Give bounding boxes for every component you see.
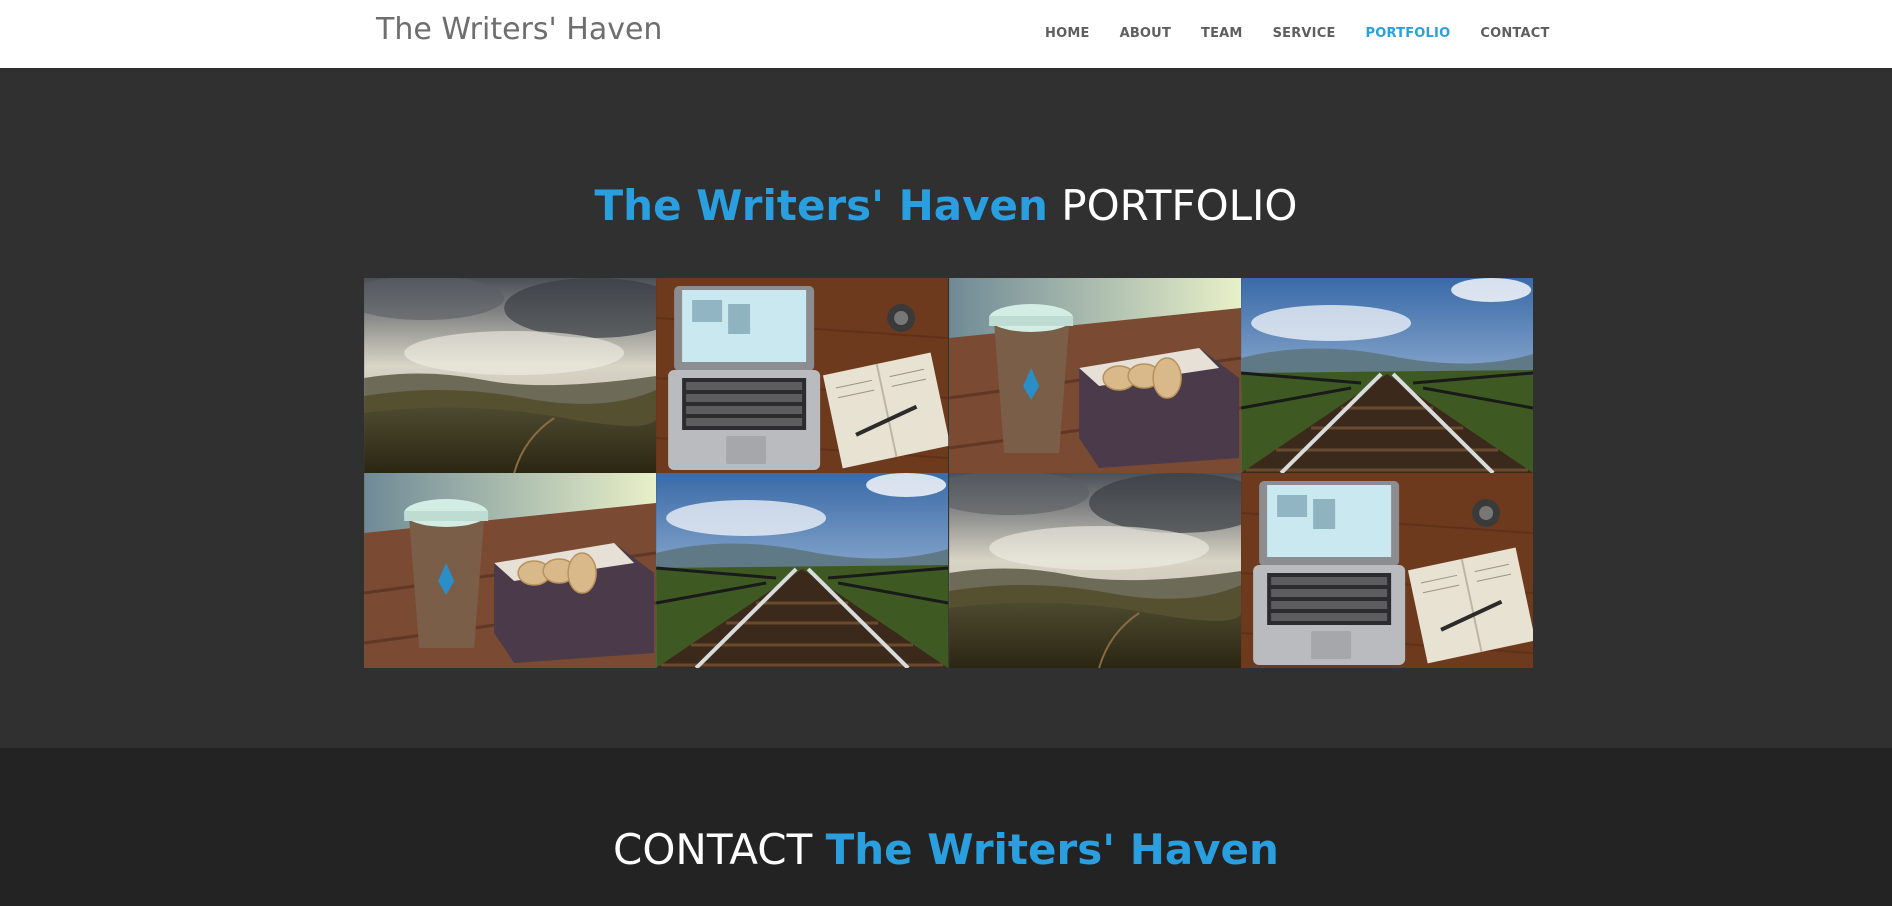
nav-contact[interactable]: CONTACT: [1480, 24, 1549, 44]
contact-title-plain: CONTACT: [613, 825, 813, 874]
portfolio-tile-laptop[interactable]: [656, 278, 948, 473]
railway-image: [656, 473, 948, 668]
landscape-image: [364, 278, 656, 473]
portfolio-tile-railway[interactable]: [656, 473, 948, 668]
portfolio-tile-landscape[interactable]: [364, 278, 656, 473]
laptop-image: [656, 278, 948, 473]
landscape-image: [949, 473, 1241, 668]
nav-portfolio[interactable]: PORTFOLIO: [1366, 24, 1451, 44]
portfolio-tile-coffee[interactable]: [364, 473, 656, 668]
top-navbar: The Writers' Haven HOME ABOUT TEAM SERVI…: [0, 0, 1892, 68]
portfolio-title-plain: PORTFOLIO: [1061, 181, 1298, 230]
portfolio-grid: [364, 278, 1533, 668]
portfolio-section: The Writers' Haven PORTFOLIO: [0, 68, 1892, 748]
portfolio-title-accent: The Writers' Haven: [594, 181, 1048, 230]
laptop-image: [1241, 473, 1533, 668]
coffee-image: [949, 278, 1241, 473]
site-brand[interactable]: The Writers' Haven: [376, 10, 662, 50]
railway-image: [1241, 278, 1533, 473]
portfolio-tile-railway[interactable]: [1241, 278, 1533, 473]
portfolio-tile-coffee[interactable]: [949, 278, 1241, 473]
portfolio-tile-laptop[interactable]: [1241, 473, 1533, 668]
contact-title-accent: The Writers' Haven: [825, 825, 1279, 874]
portfolio-tile-landscape[interactable]: [949, 473, 1241, 668]
nav-service[interactable]: SERVICE: [1273, 24, 1336, 44]
nav-home[interactable]: HOME: [1045, 24, 1090, 44]
coffee-image: [364, 473, 656, 668]
contact-title: CONTACT The Writers' Haven: [0, 825, 1892, 875]
contact-section: CONTACT The Writers' Haven: [0, 748, 1892, 906]
nav-about[interactable]: ABOUT: [1120, 24, 1171, 44]
portfolio-title: The Writers' Haven PORTFOLIO: [0, 181, 1892, 231]
nav-team[interactable]: TEAM: [1201, 24, 1243, 44]
main-menu: HOME ABOUT TEAM SERVICE PORTFOLIO CONTAC…: [1045, 24, 1580, 44]
